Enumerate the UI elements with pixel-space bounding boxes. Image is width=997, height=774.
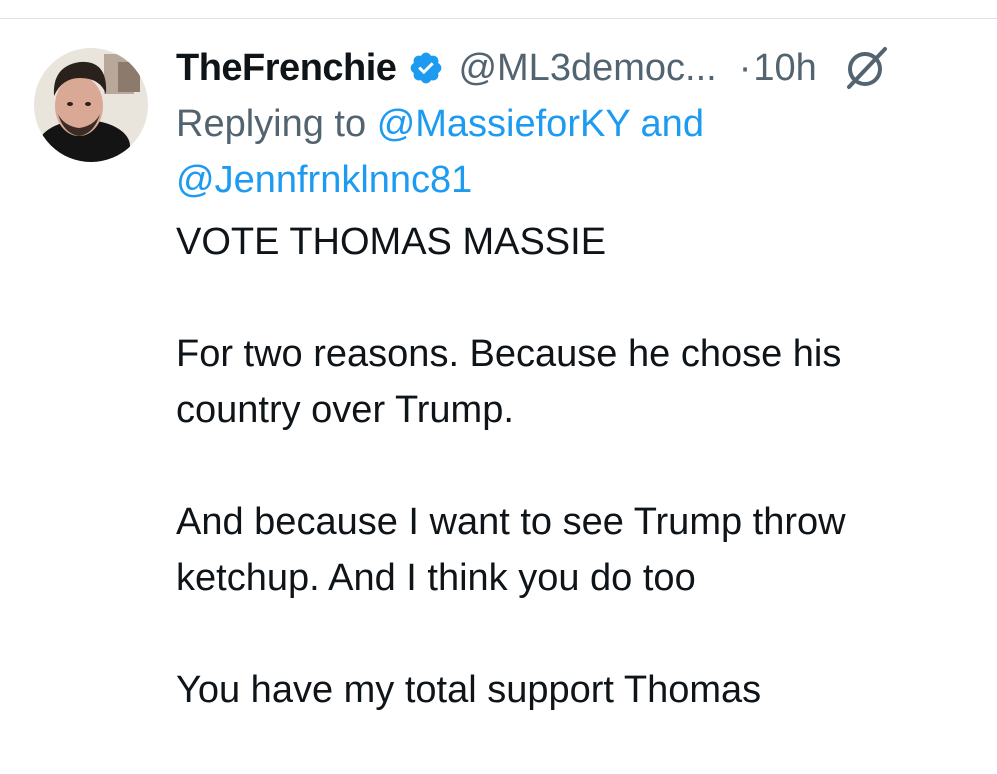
reply-prefix: Replying to (176, 103, 367, 145)
avatar[interactable] (34, 48, 148, 162)
mention-link[interactable]: @Jennfrnklnnc81 (176, 159, 472, 201)
mention-link[interactable]: @MassieforKY (377, 103, 630, 145)
tweet-paragraph: For two reasons. Because he chose his co… (176, 333, 842, 431)
grok-icon[interactable] (843, 45, 889, 91)
author-handle[interactable]: @ML3democ... (458, 47, 716, 90)
reply-context: Replying to @MassieforKY and @Jennfrnkln… (176, 96, 976, 208)
tweet-paragraph: You have my total support Thomas (176, 669, 762, 711)
tweet-paragraph: And because I want to see Trump throw ke… (176, 501, 846, 599)
tweet-header: TheFrenchie @ML3democ... · 10h (176, 40, 976, 96)
tweet: TheFrenchie @ML3democ... · 10h Replying … (176, 40, 976, 774)
verified-badge-icon[interactable] (408, 50, 444, 86)
top-divider (0, 18, 997, 19)
tweet-paragraph: VOTE THOMAS MASSIE (176, 221, 607, 263)
author-name[interactable]: TheFrenchie (176, 47, 397, 90)
reply-conjunction[interactable]: and (641, 103, 704, 145)
timestamp[interactable]: 10h (753, 47, 816, 90)
tweet-text: VOTE THOMAS MASSIE For two reasons. Beca… (176, 214, 976, 718)
separator-dot: · (738, 46, 752, 89)
